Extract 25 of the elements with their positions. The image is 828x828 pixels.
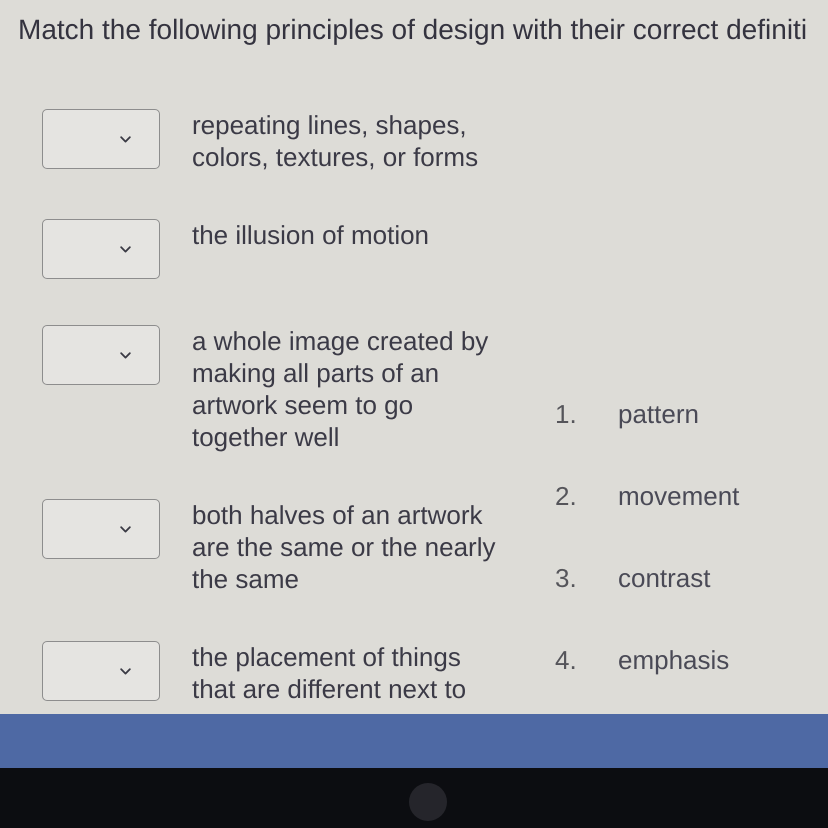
definition-text: a whole image created by making all parts of an artwork seem to go together well <box>192 325 490 453</box>
answer-dropdown[interactable] <box>42 219 160 279</box>
answer-dropdown[interactable] <box>42 325 160 385</box>
item-number: 2. <box>555 481 577 511</box>
chevron-down-icon <box>120 526 131 532</box>
answer-dropdown[interactable] <box>42 499 160 559</box>
definition-text: repeating lines, shapes, colors, textures, or forms <box>192 109 480 173</box>
chevron-down-icon <box>120 352 131 358</box>
answer-dropdown[interactable] <box>42 109 160 169</box>
item-number: 4. <box>555 645 577 675</box>
item-number: 3. <box>555 563 577 593</box>
chevron-down-icon <box>120 136 131 142</box>
answer-option: pattern <box>618 398 699 430</box>
item-number: 1. <box>555 399 577 429</box>
definition-text: the illusion of motion <box>192 219 430 251</box>
answer-dropdown[interactable] <box>42 641 160 701</box>
answer-option: emphasis <box>618 644 730 676</box>
definition-text: both halves of an artwork are the same or the nearly the same <box>192 499 496 595</box>
answer-option: contrast <box>618 562 710 594</box>
chevron-down-icon <box>120 668 131 674</box>
chevron-down-icon <box>120 246 131 252</box>
logo-icon <box>408 782 448 822</box>
definition-text: the placement of things that are different next to <box>192 641 468 705</box>
question-text: Match the following principles of design with their correct definiti <box>18 14 808 45</box>
answer-option: movement <box>618 480 740 512</box>
